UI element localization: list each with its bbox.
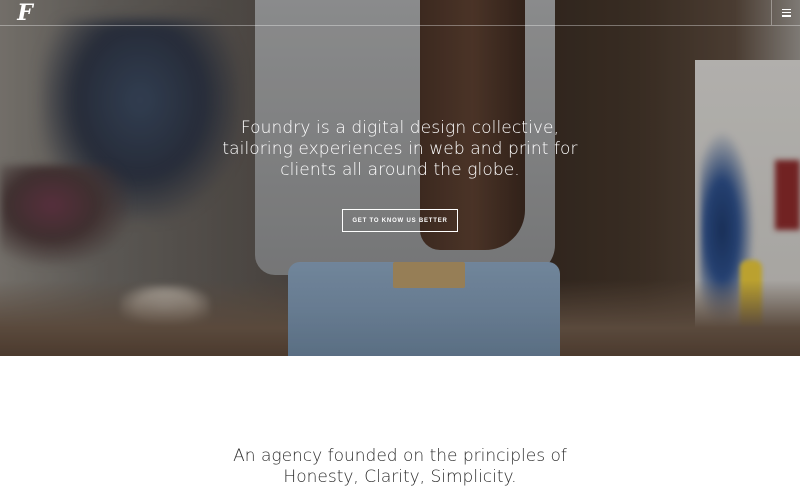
foundry-logo[interactable]: F bbox=[12, 2, 38, 24]
hamburger-menu-icon bbox=[781, 8, 791, 17]
hero-section: F Foundry is a digital design collective… bbox=[0, 0, 800, 356]
get-to-know-us-button[interactable]: GET TO KNOW US BETTER bbox=[342, 209, 458, 232]
top-navigation-bar: F bbox=[0, 0, 800, 26]
hero-headline: Foundry is a digital design collective, … bbox=[222, 118, 578, 180]
menu-button[interactable] bbox=[771, 0, 800, 25]
intro-line-1: An agency founded on the principles of bbox=[233, 446, 567, 466]
intro-statement: An agency founded on the principles of H… bbox=[0, 446, 800, 488]
